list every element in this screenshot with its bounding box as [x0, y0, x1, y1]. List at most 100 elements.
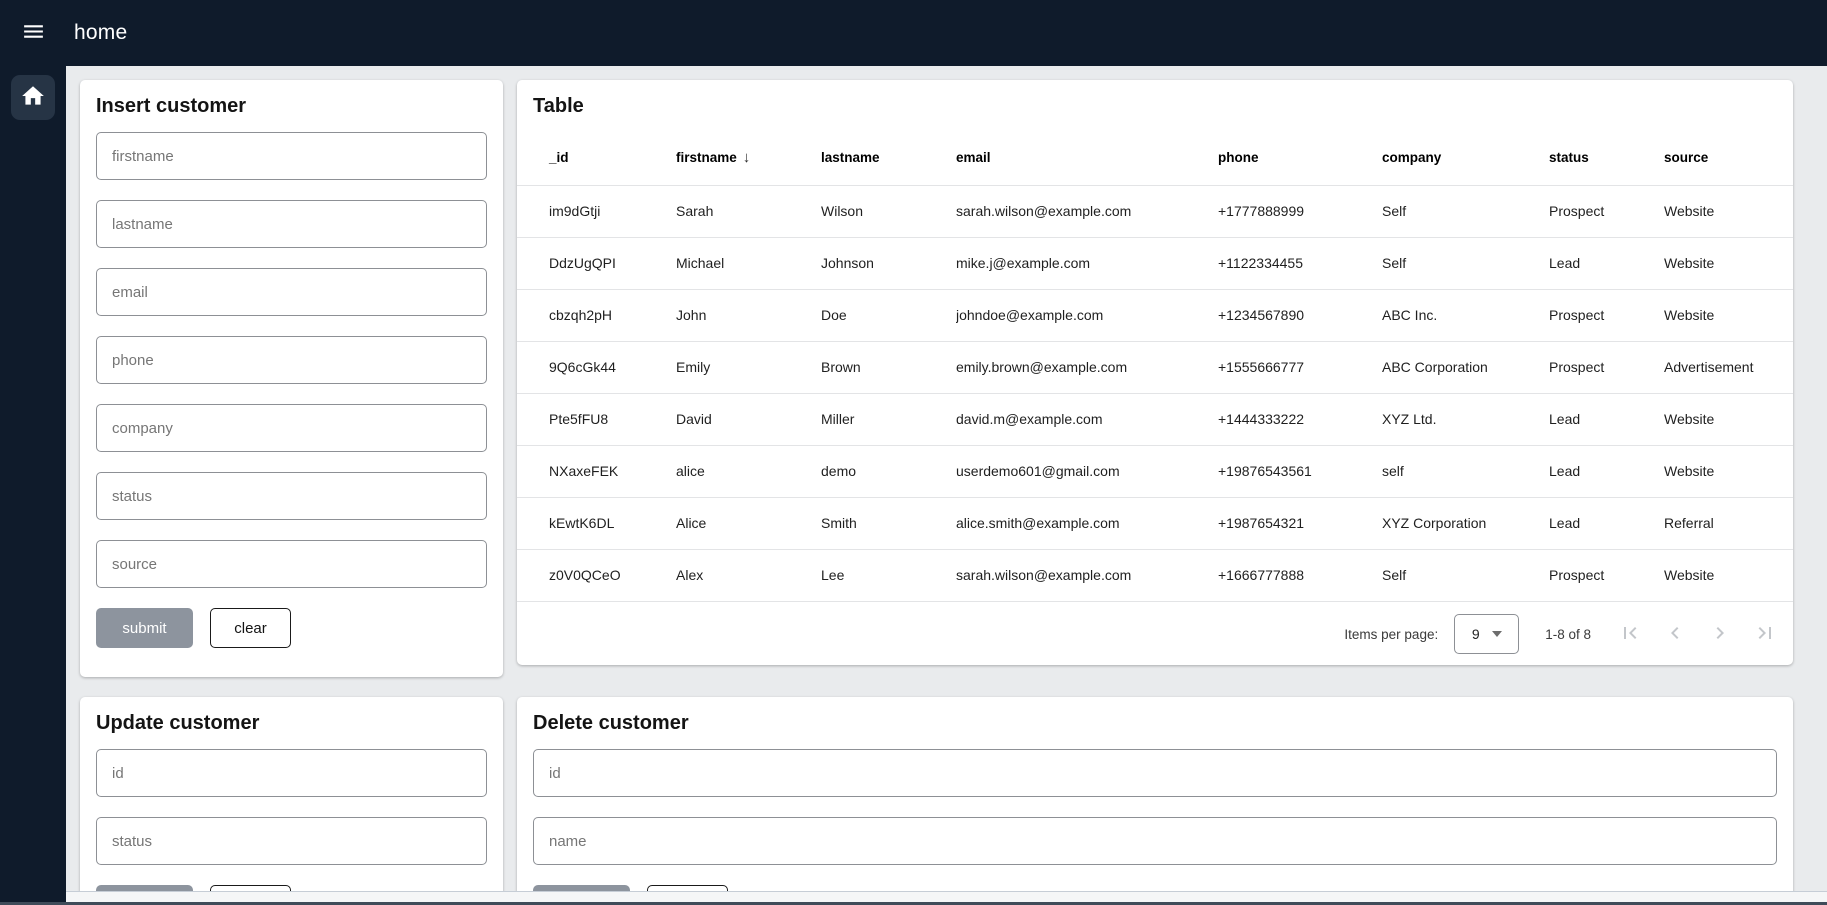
insert-clear-button[interactable]: clear: [210, 608, 291, 648]
first-page-icon: [1618, 621, 1642, 648]
table-row: kEwtK6DLAliceSmithalice.smith@example.co…: [517, 497, 1793, 549]
table-row: cbzqh2pHJohnDoejohndoe@example.com+12345…: [517, 289, 1793, 341]
table-cell: David: [676, 393, 821, 445]
previous-page-icon: [1663, 621, 1687, 648]
table-cell: Website: [1664, 289, 1793, 341]
table-cell: Website: [1664, 237, 1793, 289]
table-cell: +1666777888: [1218, 549, 1382, 601]
column-header-phone[interactable]: phone: [1218, 130, 1382, 185]
table-cell: Advertisement: [1664, 341, 1793, 393]
table-cell: +1555666777: [1218, 341, 1382, 393]
table-cell: Website: [1664, 445, 1793, 497]
insert-source-input[interactable]: [96, 540, 487, 588]
table-row: DdzUgQPIMichaelJohnsonmike.j@example.com…: [517, 237, 1793, 289]
insert-lastname-input[interactable]: [96, 200, 487, 248]
first-page-button[interactable]: [1607, 614, 1652, 654]
table-cell: Prospect: [1549, 341, 1664, 393]
table-header-row: _id firstname↓ lastname email phone comp…: [517, 130, 1793, 185]
table-cell: johndoe@example.com: [956, 289, 1218, 341]
insert-phone-input[interactable]: [96, 336, 487, 384]
table-cell: Self: [1382, 237, 1549, 289]
items-per-page-label: Items per page:: [1344, 627, 1438, 642]
table-cell: Alice: [676, 497, 821, 549]
top-navbar: home: [0, 0, 1827, 66]
table-cell: Alex: [676, 549, 821, 601]
table-row: z0V0QCeOAlexLeesarah.wilson@example.com+…: [517, 549, 1793, 601]
insert-status-input[interactable]: [96, 472, 487, 520]
table-cell: XYZ Corporation: [1382, 497, 1549, 549]
column-header-lastname[interactable]: lastname: [821, 130, 956, 185]
previous-page-button[interactable]: [1652, 614, 1697, 654]
table-cell: Lead: [1549, 237, 1664, 289]
delete-name-input[interactable]: [533, 817, 1777, 865]
paginator: Items per page: 9 1-8 of 8: [1344, 603, 1787, 665]
horizontal-scrollbar[interactable]: [66, 891, 1827, 902]
table-row: im9dGtjiSarahWilsonsarah.wilson@example.…: [517, 185, 1793, 237]
table-cell: Lead: [1549, 393, 1664, 445]
column-header-firstname[interactable]: firstname↓: [676, 130, 821, 185]
sidebar-item-home[interactable]: [11, 75, 55, 120]
page-title: home: [74, 21, 127, 45]
table-cell: im9dGtji: [517, 185, 676, 237]
items-per-page-value: 9: [1472, 626, 1480, 642]
table-cell: Self: [1382, 549, 1549, 601]
sort-desc-icon: ↓: [743, 149, 751, 166]
table-cell: +1444333222: [1218, 393, 1382, 445]
table-card: Table _id firstname↓ lastname email phon…: [517, 80, 1793, 665]
table-cell: 9Q6cGk44: [517, 341, 676, 393]
table-cell: kEwtK6DL: [517, 497, 676, 549]
table-cell: mike.j@example.com: [956, 237, 1218, 289]
table-row: 9Q6cGk44EmilyBrownemily.brown@example.co…: [517, 341, 1793, 393]
column-header-company[interactable]: company: [1382, 130, 1549, 185]
insert-email-input[interactable]: [96, 268, 487, 316]
table-row: NXaxeFEKalicedemouserdemo601@gmail.com+1…: [517, 445, 1793, 497]
last-page-button[interactable]: [1742, 614, 1787, 654]
table-cell: ABC Corporation: [1382, 341, 1549, 393]
table-cell: Website: [1664, 185, 1793, 237]
insert-company-input[interactable]: [96, 404, 487, 452]
table-cell: Miller: [821, 393, 956, 445]
delete-customer-card: Delete customer submit clear: [517, 697, 1793, 891]
next-page-icon: [1708, 621, 1732, 648]
insert-submit-button[interactable]: submit: [96, 608, 193, 648]
table-cell: david.m@example.com: [956, 393, 1218, 445]
items-per-page-select[interactable]: 9: [1454, 614, 1519, 654]
table-cell: z0V0QCeO: [517, 549, 676, 601]
menu-button[interactable]: [0, 0, 66, 66]
table-cell: NXaxeFEK: [517, 445, 676, 497]
table-cell: demo: [821, 445, 956, 497]
table-cell: +19876543561: [1218, 445, 1382, 497]
table-cell: Prospect: [1549, 289, 1664, 341]
table-cell: alice: [676, 445, 821, 497]
table-cell: sarah.wilson@example.com: [956, 549, 1218, 601]
insert-button-row: submit clear: [96, 608, 487, 648]
table-cell: Smith: [821, 497, 956, 549]
table-cell: self: [1382, 445, 1549, 497]
table-cell: Michael: [676, 237, 821, 289]
table-cell: Prospect: [1549, 549, 1664, 601]
table-cell: DdzUgQPI: [517, 237, 676, 289]
delete-card-title: Delete customer: [517, 697, 1793, 734]
table-cell: sarah.wilson@example.com: [956, 185, 1218, 237]
update-id-input[interactable]: [96, 749, 487, 797]
update-status-input[interactable]: [96, 817, 487, 865]
table-cell: Wilson: [821, 185, 956, 237]
column-header-id[interactable]: _id: [517, 130, 676, 185]
table-cell: XYZ Ltd.: [1382, 393, 1549, 445]
update-customer-card: Update customer submit clear: [80, 697, 503, 891]
table-cell: Sarah: [676, 185, 821, 237]
next-page-button[interactable]: [1697, 614, 1742, 654]
table-cell: cbzqh2pH: [517, 289, 676, 341]
hamburger-menu-icon: [21, 19, 46, 47]
delete-id-input[interactable]: [533, 749, 1777, 797]
column-header-email[interactable]: email: [956, 130, 1218, 185]
table-cell: Lee: [821, 549, 956, 601]
column-header-source[interactable]: source: [1664, 130, 1793, 185]
insert-firstname-input[interactable]: [96, 132, 487, 180]
column-header-status[interactable]: status: [1549, 130, 1664, 185]
table-cell: Doe: [821, 289, 956, 341]
insert-customer-card: Insert customer submit clear: [80, 80, 503, 677]
main-content: Insert customer submit clear Table _id f…: [66, 66, 1827, 891]
table-cell: emily.brown@example.com: [956, 341, 1218, 393]
table-cell: ABC Inc.: [1382, 289, 1549, 341]
